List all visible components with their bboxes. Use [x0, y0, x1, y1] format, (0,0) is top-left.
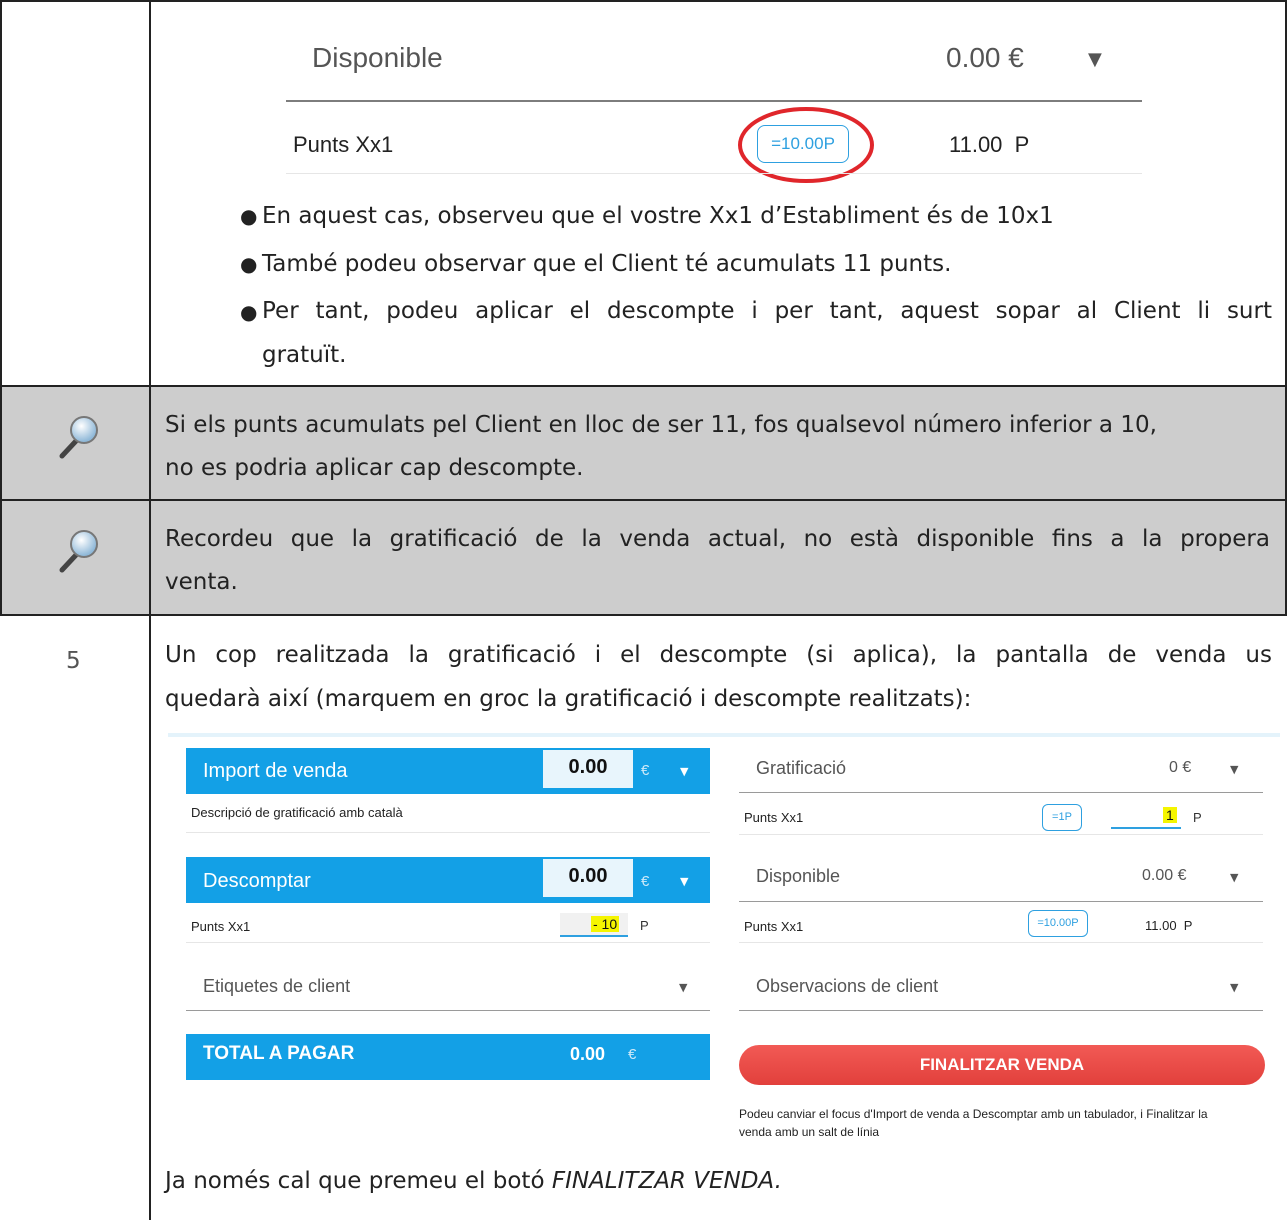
- disp-punts-label: Punts Xx1: [744, 919, 804, 934]
- disp-punts-value: 11.00 P: [1145, 918, 1193, 933]
- observacions-label[interactable]: Observacions de client: [756, 976, 938, 997]
- punts-label: Punts Xx1: [293, 132, 394, 157]
- row-divider: [0, 385, 1287, 387]
- desc-punts-input[interactable]: - 10: [591, 916, 620, 932]
- bullet-item: També podeu observar que el Client té ac…: [262, 251, 952, 277]
- descomptar-label: Descomptar: [203, 870, 311, 892]
- grat-pill[interactable]: =1P: [1042, 804, 1082, 831]
- note1-line2: no es podria aplicar cap descompte.: [165, 455, 584, 481]
- row-divider: [0, 614, 1287, 616]
- p-unit: P: [640, 918, 649, 933]
- divider: [739, 942, 1263, 943]
- row-divider: [0, 499, 1287, 501]
- table-column-divider: [149, 0, 151, 1220]
- divider: [739, 834, 1263, 835]
- help-line2: venda amb un salt de línia: [739, 1125, 880, 1139]
- bullet-icon: ●: [240, 204, 258, 228]
- p-unit: P: [1193, 810, 1202, 825]
- disponible-label: Disponible: [312, 42, 443, 73]
- chevron-down-icon[interactable]: ▼: [1088, 49, 1102, 70]
- etiquetes-label[interactable]: Etiquetes de client: [203, 976, 350, 997]
- import-input[interactable]: 0.00: [543, 750, 633, 788]
- grat-value: 0 €: [1169, 759, 1192, 776]
- step-outro-text: Ja només cal que premeu el botó: [165, 1168, 552, 1194]
- note2-line1: Recordeu que la gratificació de la venda…: [165, 526, 1270, 552]
- note2-background: [0, 500, 1287, 615]
- bullet-item: En aquest cas, observeu que el vostre Xx…: [262, 203, 1054, 229]
- disp-label: Disponible: [756, 866, 841, 886]
- embed-top-border: [168, 733, 1280, 737]
- divider: [186, 832, 710, 833]
- import-label: Import de venda: [203, 760, 348, 782]
- grat-punts-input-bg: [1111, 827, 1181, 829]
- step-intro-line2: quedarà així (marquem en groc la gratifi…: [165, 686, 972, 712]
- bullet-item-continuation: gratuït.: [262, 342, 347, 368]
- chevron-down-icon[interactable]: ▼: [680, 875, 688, 888]
- step-number: 5: [66, 648, 81, 674]
- table-border-left: [0, 0, 2, 615]
- help-line1: Podeu canviar el focus d'Import de venda…: [739, 1107, 1208, 1121]
- bullet-icon: ●: [240, 252, 258, 276]
- currency-symbol: €: [641, 873, 650, 890]
- finalitzar-venda-button[interactable]: FINALITZAR VENDA: [739, 1045, 1265, 1085]
- chevron-down-icon[interactable]: ▼: [1230, 981, 1238, 994]
- divider: [739, 792, 1263, 793]
- total-value: 0.00: [570, 1044, 606, 1064]
- divider: [186, 942, 710, 943]
- grat-punts-input[interactable]: 1: [1163, 807, 1177, 823]
- divider: [286, 173, 1142, 174]
- punts-value: 11.00 P: [949, 132, 1030, 157]
- descomptar-input[interactable]: 0.00: [543, 859, 633, 897]
- note1-line1: Si els punts acumulats pel Client en llo…: [165, 412, 1157, 438]
- bullet-item: Per tant, podeu aplicar el descompte i p…: [262, 298, 1272, 324]
- divider: [739, 1010, 1263, 1011]
- step-outro: Ja només cal que premeu el botó FINALITZ…: [165, 1168, 782, 1194]
- currency-symbol: €: [628, 1046, 637, 1063]
- chevron-down-icon[interactable]: ▼: [679, 981, 687, 994]
- chevron-down-icon[interactable]: ▼: [1230, 763, 1238, 776]
- disp-value: 0.00 €: [1142, 867, 1187, 884]
- desc-punts-label: Punts Xx1: [191, 919, 251, 934]
- total-label: TOTAL A PAGAR: [203, 1043, 355, 1064]
- disp-pill[interactable]: =10.00P: [1028, 910, 1088, 937]
- divider: [286, 100, 1142, 102]
- table-border-top: [0, 0, 1287, 2]
- divider: [186, 1010, 710, 1011]
- magnifier-icon: [59, 416, 98, 459]
- grat-label: Gratificació: [756, 758, 847, 778]
- grat-punts-label: Punts Xx1: [744, 810, 804, 825]
- disponible-value: 0.00 €: [946, 42, 1024, 73]
- step-outro-italic: FINALITZAR VENDA.: [551, 1168, 782, 1194]
- magnifier-icon: [59, 530, 98, 573]
- note1-background: [0, 386, 1287, 500]
- chevron-down-icon[interactable]: ▼: [680, 765, 688, 778]
- bullet-icon: ●: [240, 300, 258, 324]
- divider: [739, 901, 1263, 902]
- note2-line2: venta.: [165, 569, 238, 595]
- import-description: Descripció de gratificació amb català: [191, 805, 403, 820]
- chevron-down-icon[interactable]: ▼: [1230, 871, 1238, 884]
- step-intro-line1: Un cop realitzada la gratificació i el d…: [165, 642, 1272, 668]
- currency-symbol: €: [641, 762, 650, 779]
